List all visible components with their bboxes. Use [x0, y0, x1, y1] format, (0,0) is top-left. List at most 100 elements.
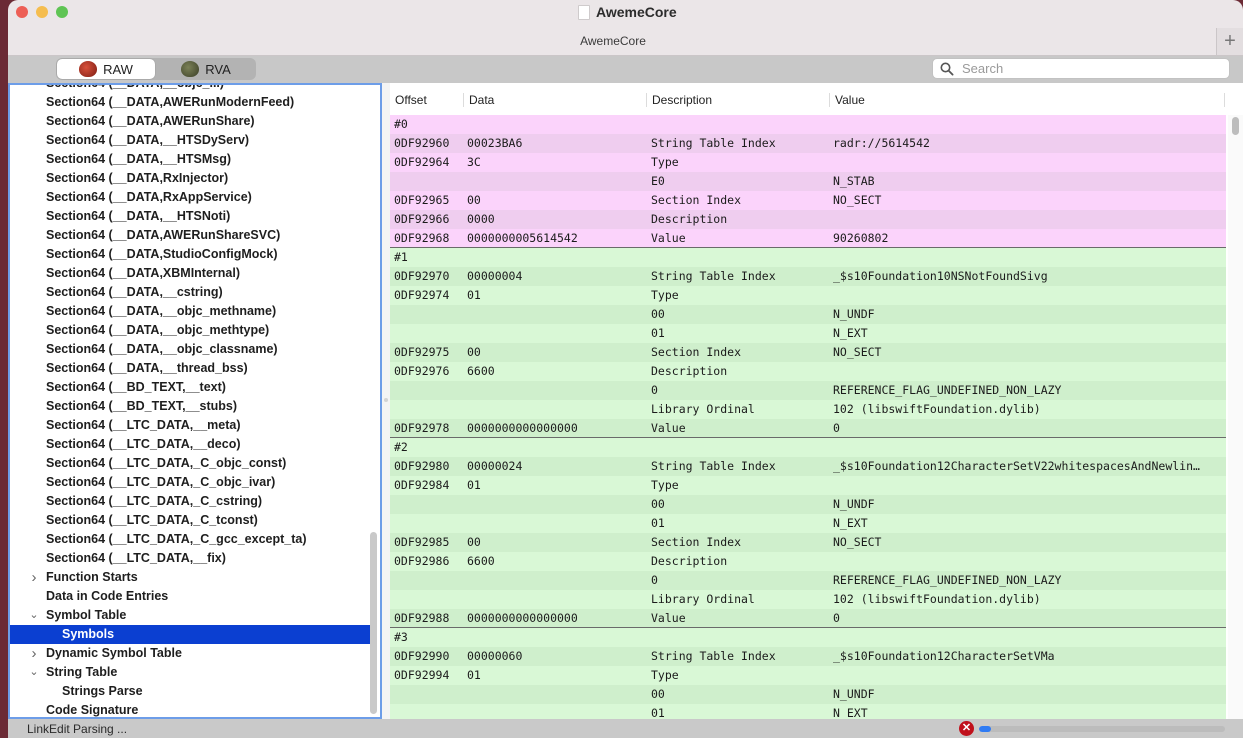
sidebar-tree-item[interactable]: Section64 (__DATA,__HTSNoti): [10, 207, 380, 226]
table-row[interactable]: 0 REFERENCE_FLAG_UNDEFINED_NON_LAZY: [390, 381, 1226, 400]
sidebar-tree-item[interactable]: Section64 (__LTC_DATA,__fix): [10, 549, 380, 568]
symbol-group-header[interactable]: #0: [390, 115, 1226, 134]
table-row[interactable]: 0DF92960 00023BA6 String Table Index radr:/…: [390, 134, 1226, 153]
symbol-group-header[interactable]: #2: [390, 438, 1226, 457]
table-row[interactable]: 0DF92965 00 Section Index NO_SECT: [390, 191, 1226, 210]
value-cell: N_UNDF: [833, 307, 875, 321]
table-row[interactable]: 0DF92984 01 Type: [390, 476, 1226, 495]
sidebar-tree-item[interactable]: Data in Code Entries: [10, 587, 380, 606]
sidebar-tree-item[interactable]: Section64 (__DATA,AWERunModernFeed): [10, 93, 380, 112]
table-row[interactable]: 0DF92974 01 Type: [390, 286, 1226, 305]
sidebar-tree-item[interactable]: Section64 (__DATA,__HTSDyServ): [10, 131, 380, 150]
sidebar-tree-item[interactable]: Section64 (__DATA,StudioConfigMock): [10, 245, 380, 264]
sidebar-tree-item[interactable]: Section64 (__DATA,AWERunShare): [10, 112, 380, 131]
description-cell: 01: [651, 516, 665, 530]
table-row[interactable]: 0 REFERENCE_FLAG_UNDEFINED_NON_LAZY: [390, 571, 1226, 590]
table-row[interactable]: 01 N_EXT: [390, 324, 1226, 343]
sidebar-tree-item[interactable]: Section64 (__DATA,__objc_methtype): [10, 321, 380, 340]
sidebar-tree-item[interactable]: ⌄ String Table: [10, 663, 380, 682]
sidebar-tree-item[interactable]: Section64 (__DATA,__objc_classname): [10, 340, 380, 359]
table-row[interactable]: E0 N_STAB: [390, 172, 1226, 191]
sidebar-tree-item[interactable]: Section64 (__DATA,__cstring): [10, 283, 380, 302]
sidebar-tree-item[interactable]: Code Signature: [10, 701, 380, 717]
sidebar-tree-item[interactable]: Section64 (__DATA,RxInjector): [10, 169, 380, 188]
close-window-button[interactable]: [16, 6, 28, 18]
parsing-progress-bar: [979, 726, 1225, 732]
search-input[interactable]: [960, 60, 1214, 77]
sidebar-tree-item[interactable]: Section64 (__LTC_DATA,__meta): [10, 416, 380, 435]
data-cell: 00000060: [467, 649, 523, 663]
tab-awemecore[interactable]: AwemeCore: [8, 34, 1218, 48]
sidebar-scrollbar[interactable]: [370, 532, 377, 714]
minimize-window-button[interactable]: [36, 6, 48, 18]
sidebar-tree-item[interactable]: Section64 (__LTC_DATA,_C_objc_const): [10, 454, 380, 473]
add-tab-button[interactable]: +: [1216, 28, 1243, 55]
table-row[interactable]: 0DF92966 0000 Description: [390, 210, 1226, 229]
sidebar-tree-item[interactable]: › Function Starts: [10, 568, 380, 587]
column-header-offset[interactable]: Offset: [390, 93, 427, 107]
rva-mode-button[interactable]: RVA: [157, 59, 255, 79]
offset-cell: 0DF92970: [394, 269, 450, 283]
table-row[interactable]: 0DF92980 00000024 String Table Index _$s10F…: [390, 457, 1226, 476]
sidebar-tree-item-label: Section64 (__DATA,__objc_methtype): [46, 323, 270, 337]
table-row[interactable]: 0DF92968 0000000005614542 Value 90260802: [390, 229, 1226, 248]
table-row[interactable]: Library Ordinal 102 (libswiftFoundation.d…: [390, 400, 1226, 419]
table-row[interactable]: 0DF92988 0000000000000000 Value 0: [390, 609, 1226, 628]
sidebar-tree-item[interactable]: Section64 (__DATA,RxAppService): [10, 188, 380, 207]
sidebar-tree-item[interactable]: Section64 (__DATA,__thread_bss): [10, 359, 380, 378]
disclosure-chevron-down-icon[interactable]: ⌄: [28, 606, 40, 625]
sidebar-tree-item[interactable]: Section64 (__DATA,__HTSMsg): [10, 150, 380, 169]
table-row[interactable]: 01 N_EXT: [390, 704, 1226, 719]
sidebar-tree-item[interactable]: Section64 (__LTC_DATA,__deco): [10, 435, 380, 454]
table-scrollbar-thumb[interactable]: [1232, 117, 1239, 135]
split-view-divider[interactable]: [382, 83, 390, 719]
table-scrollbar[interactable]: [1228, 115, 1243, 719]
description-cell: String Table Index: [651, 459, 776, 473]
sidebar-tree-item[interactable]: Section64 (__LTC_DATA,_C_tconst): [10, 511, 380, 530]
disclosure-chevron-right-icon[interactable]: ›: [28, 644, 40, 663]
raw-mode-button[interactable]: RAW: [57, 59, 155, 79]
disclosure-chevron-right-icon[interactable]: ›: [28, 568, 40, 587]
table-row[interactable]: 0DF92964 3C Type: [390, 153, 1226, 172]
table-row[interactable]: 0DF92986 6600 Description: [390, 552, 1226, 571]
table-row[interactable]: 00 N_UNDF: [390, 305, 1226, 324]
search-field[interactable]: [932, 58, 1230, 79]
divider-handle[interactable]: [384, 398, 388, 402]
sidebar-tree-item[interactable]: ⌄ Symbol Table: [10, 606, 380, 625]
sidebar-tree-item[interactable]: Symbols: [10, 625, 372, 644]
sidebar-tree-item[interactable]: Section64 (__DATA,AWERunShareSVC): [10, 226, 380, 245]
table-row[interactable]: 0DF92970 00000004 String Table Index _$s10F…: [390, 267, 1226, 286]
symbol-group-header[interactable]: #3: [390, 628, 1226, 647]
sidebar-tree-item[interactable]: Section64 (__BD_TEXT,__text): [10, 378, 380, 397]
error-stop-icon[interactable]: ✕: [959, 721, 974, 736]
data-cell: 00: [467, 535, 481, 549]
offset-cell: 0DF92974: [394, 288, 450, 302]
table-row[interactable]: 0DF92978 0000000000000000 Value 0: [390, 419, 1226, 438]
symbol-group-header[interactable]: #1: [390, 248, 1226, 267]
table-row[interactable]: 0DF92976 6600 Description: [390, 362, 1226, 381]
table-row[interactable]: 00 N_UNDF: [390, 495, 1226, 514]
table-row[interactable]: 0DF92990 00000060 String Table Index _$s10F…: [390, 647, 1226, 666]
table-row[interactable]: 00 N_UNDF: [390, 685, 1226, 704]
column-header-data[interactable]: Data: [463, 93, 494, 107]
address-mode-segmented-control: RAW RVA: [56, 58, 256, 80]
table-row[interactable]: 0DF92994 01 Type: [390, 666, 1226, 685]
sidebar-tree-item[interactable]: Section64 (__BD_TEXT,__stubs): [10, 397, 380, 416]
sidebar-tree-item[interactable]: Section64 (__LTC_DATA,_C_objc_ivar): [10, 473, 380, 492]
table-row[interactable]: Library Ordinal 102 (libswiftFoundation.d…: [390, 590, 1226, 609]
value-cell: N_STAB: [833, 174, 875, 188]
sidebar-tree-item[interactable]: Section64 (__LTC_DATA,_C_cstring): [10, 492, 380, 511]
column-header-value[interactable]: Value: [829, 93, 865, 107]
column-header-description[interactable]: Description: [646, 93, 712, 107]
sidebar-tree-item[interactable]: Section64 (__LTC_DATA,_C_gcc_except_ta): [10, 530, 380, 549]
sidebar-tree-item[interactable]: Section64 (__DATA,__objc_methname): [10, 302, 380, 321]
table-row[interactable]: 0DF92985 00 Section Index NO_SECT: [390, 533, 1226, 552]
table-row[interactable]: 0DF92975 00 Section Index NO_SECT: [390, 343, 1226, 362]
sidebar-tree-item[interactable]: › Dynamic Symbol Table: [10, 644, 380, 663]
sidebar-tree-item[interactable]: Section64 (__DATA,XBMInternal): [10, 264, 380, 283]
sidebar-tree-item[interactable]: Strings Parse: [10, 682, 380, 701]
table-row[interactable]: 01 N_EXT: [390, 514, 1226, 533]
disclosure-chevron-down-icon[interactable]: ⌄: [28, 663, 40, 682]
sidebar-tree-item[interactable]: Section64 (__DATA,__objc_...): [10, 85, 380, 93]
zoom-window-button[interactable]: [56, 6, 68, 18]
